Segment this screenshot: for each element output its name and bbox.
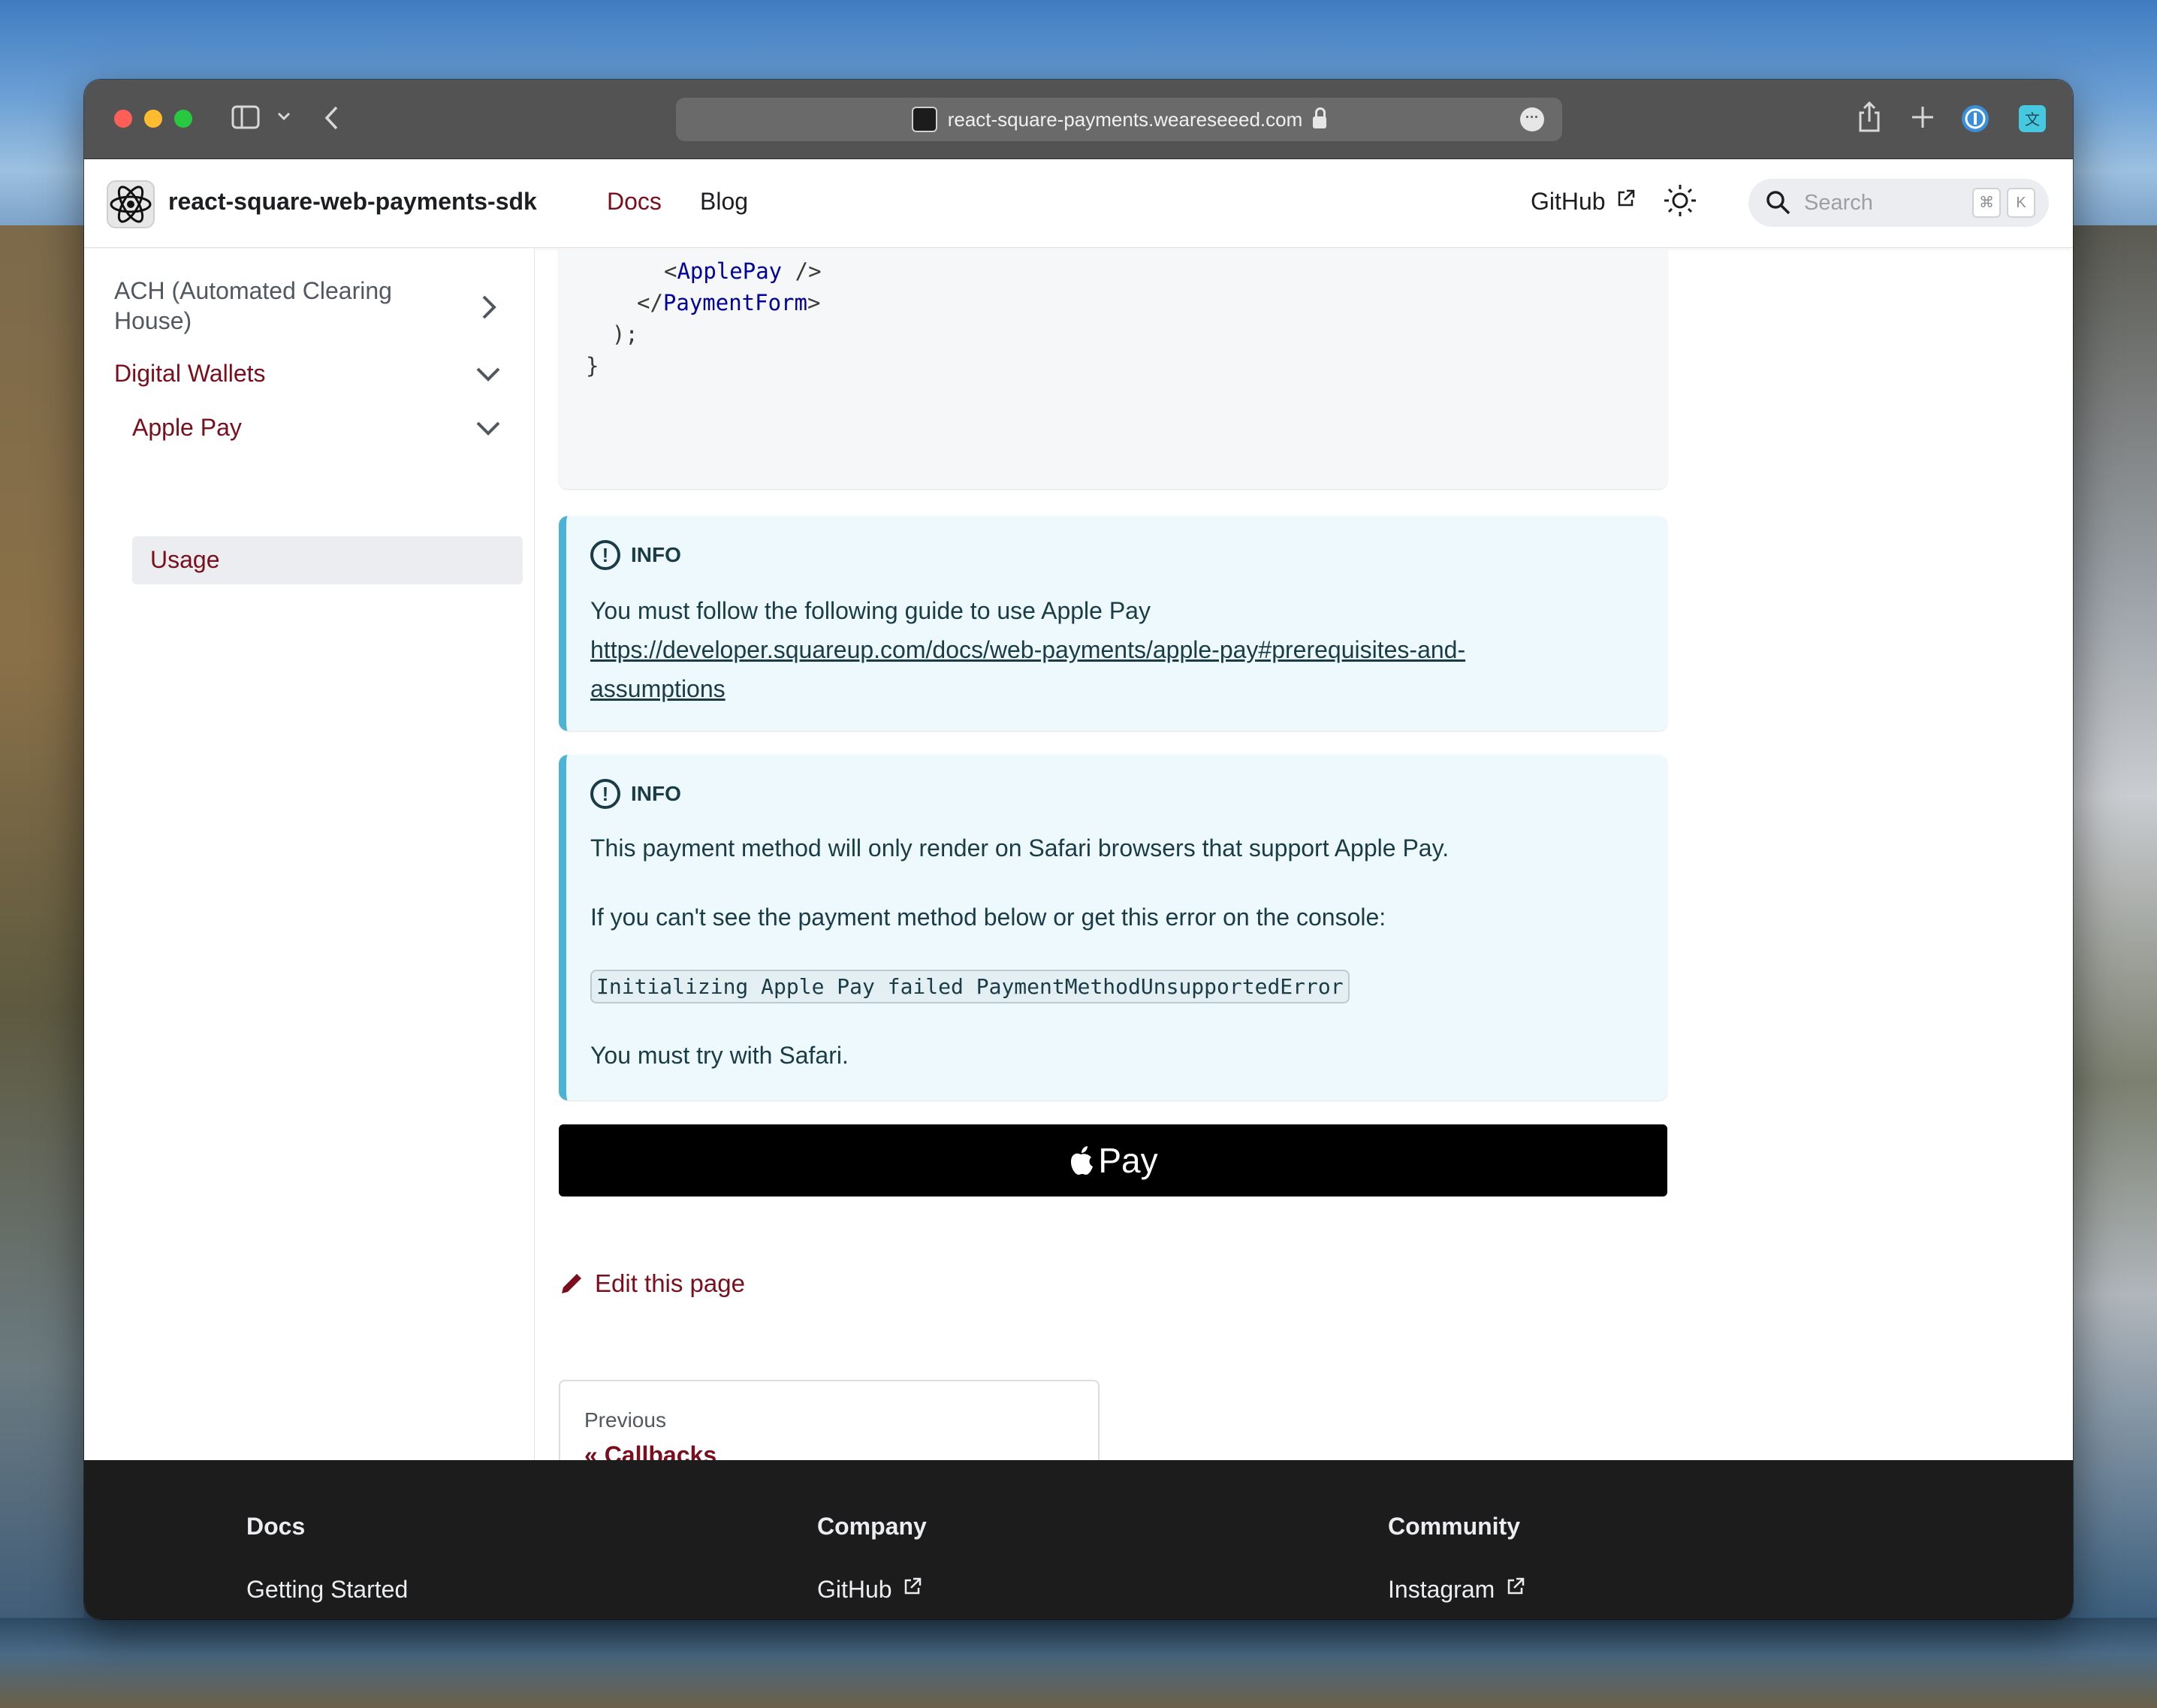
error-inline-code: Initializing Apple Pay failed PaymentMet… — [590, 970, 1350, 1003]
pagination-sublabel: Previous — [584, 1408, 666, 1432]
sidebar-toggle-icon[interactable] — [231, 105, 260, 129]
svg-text:文: 文 — [2025, 110, 2040, 128]
external-link-icon — [905, 1577, 922, 1595]
code-tag-paymentform: PaymentForm — [662, 290, 807, 315]
password-manager-extension-icon[interactable] — [1960, 104, 1990, 134]
admonition-heading: ! INFO — [590, 779, 681, 809]
code-block: <ApplePay /> </PaymentForm> ); } — [559, 249, 1667, 489]
minimize-window-button[interactable] — [144, 110, 162, 128]
search-placeholder: Search — [1804, 191, 1873, 215]
admonition-title: INFO — [631, 543, 681, 566]
search-icon — [1766, 191, 1790, 215]
desktop-wallpaper-bottom — [0, 1618, 2157, 1708]
admonition-heading: ! INFO — [590, 540, 681, 570]
info-icon: ! — [590, 779, 620, 809]
sidebar-item-ach-label-line2: House) — [114, 307, 192, 334]
info-admonition: ! INFO This payment method will only ren… — [559, 755, 1667, 1100]
site-footer: Docs Getting Started Company GitHub Comm… — [84, 1460, 2073, 1619]
sidebar-item-digital-wallets[interactable]: Digital Wallets — [114, 358, 266, 388]
chevron-down-icon[interactable] — [473, 412, 503, 442]
address-bar-url: react-square-payments.weareseeed.com — [947, 107, 1303, 131]
desktop-wallpaper-right — [2071, 225, 2157, 1652]
info-icon: ! — [590, 540, 620, 570]
apple-pay-button[interactable]: Pay — [559, 1124, 1667, 1197]
code-line-applepay: <ApplePay /> — [664, 256, 822, 286]
admonition-paragraph-3: You must try with Safari. — [590, 1042, 849, 1069]
edit-page-link[interactable]: Edit this page — [559, 1269, 745, 1298]
pencil-icon — [562, 1274, 581, 1293]
prerequisites-link[interactable]: https://developer.squareup.com/docs/web-… — [590, 630, 1627, 708]
nav-blog-link[interactable]: Blog — [700, 188, 748, 216]
edit-page-label: Edit this page — [595, 1269, 745, 1297]
site-favicon-icon — [911, 107, 937, 132]
footer-community-title: Community — [1388, 1513, 1520, 1540]
footer-github-link[interactable]: GitHub — [817, 1576, 922, 1604]
browser-window: react-square-payments.weareseeed.com ···… — [84, 80, 2073, 1619]
prerequisites-link-line1[interactable]: https://developer.squareup.com/docs/web-… — [590, 636, 1465, 663]
desktop-wallpaper-left — [0, 225, 84, 1652]
nav-docs-link[interactable]: Docs — [607, 188, 662, 216]
admonition-paragraph-2: If you can't see the payment method belo… — [590, 904, 1386, 931]
code-line-paymentform: </PaymentForm> — [637, 288, 820, 318]
sidebar-item-apple-pay[interactable]: Apple Pay — [132, 412, 242, 442]
chevron-right-icon[interactable] — [473, 292, 503, 322]
admonition-text: You must follow the following guide to u… — [590, 597, 1151, 624]
code-punct: </ — [637, 290, 663, 315]
kbd-command: ⌘ — [1972, 188, 2001, 218]
sidebar-item-ach-label-line1: ACH (Automated Clearing — [114, 277, 392, 304]
footer-instagram-label: Instagram — [1388, 1576, 1495, 1603]
kbd-k: K — [2007, 188, 2035, 218]
nav-github-link[interactable]: GitHub — [1531, 188, 1636, 216]
code-punct: < — [664, 258, 677, 284]
more-options-icon[interactable]: ··· — [1520, 107, 1544, 131]
external-link-icon — [1507, 1577, 1525, 1595]
prerequisites-link-line2[interactable]: assumptions — [590, 675, 726, 702]
browser-toolbar: react-square-payments.weareseeed.com ···… — [84, 80, 2073, 159]
external-link-icon — [1619, 189, 1635, 207]
sidebar-item-ach[interactable]: ACH (Automated Clearing House) — [114, 276, 392, 336]
address-bar[interactable]: react-square-payments.weareseeed.com ··· — [676, 98, 1562, 141]
docs-sidebar: ACH (Automated Clearing House) Digital W… — [84, 249, 535, 1541]
admonition-title: INFO — [631, 782, 681, 805]
footer-github-label: GitHub — [817, 1576, 892, 1603]
translate-extension-icon[interactable]: 文 — [2017, 104, 2047, 134]
new-tab-icon[interactable] — [1911, 105, 1935, 129]
code-line-return-close: ); — [586, 321, 638, 347]
lock-icon — [1313, 107, 1327, 128]
info-admonition: ! INFO You must follow the following gui… — [559, 516, 1667, 731]
code-tag-applepay: ApplePay — [677, 258, 783, 284]
search-input[interactable]: Search ⌘ K — [1748, 179, 2049, 227]
footer-instagram-link[interactable]: Instagram — [1388, 1576, 1525, 1604]
footer-getting-started-link[interactable]: Getting Started — [246, 1576, 408, 1604]
share-icon[interactable] — [1857, 101, 1882, 134]
close-window-button[interactable] — [114, 110, 132, 128]
site-brand-title[interactable]: react-square-web-payments-sdk — [168, 188, 537, 216]
chevron-down-icon[interactable] — [276, 111, 291, 122]
code-punct: > — [807, 290, 821, 315]
zoom-window-button[interactable] — [174, 110, 192, 128]
apple-logo-icon — [1071, 1146, 1094, 1175]
react-logo-icon[interactable] — [107, 180, 155, 228]
code-line-function-close: } — [586, 353, 599, 379]
footer-company-title: Company — [817, 1513, 927, 1540]
code-punct: /> — [782, 258, 822, 284]
theme-toggle-sun-icon[interactable] — [1661, 182, 1699, 219]
site-navbar: react-square-web-payments-sdk Docs Blog … — [84, 159, 2073, 248]
footer-docs-title: Docs — [246, 1513, 306, 1540]
back-icon[interactable] — [323, 105, 341, 131]
apple-pay-label: Pay — [1098, 1141, 1158, 1180]
nav-github-label: GitHub — [1531, 188, 1606, 215]
sidebar-item-usage[interactable]: Usage — [150, 545, 220, 575]
admonition-paragraph-1: This payment method will only render on … — [590, 834, 1450, 862]
chevron-down-icon[interactable] — [473, 358, 503, 388]
